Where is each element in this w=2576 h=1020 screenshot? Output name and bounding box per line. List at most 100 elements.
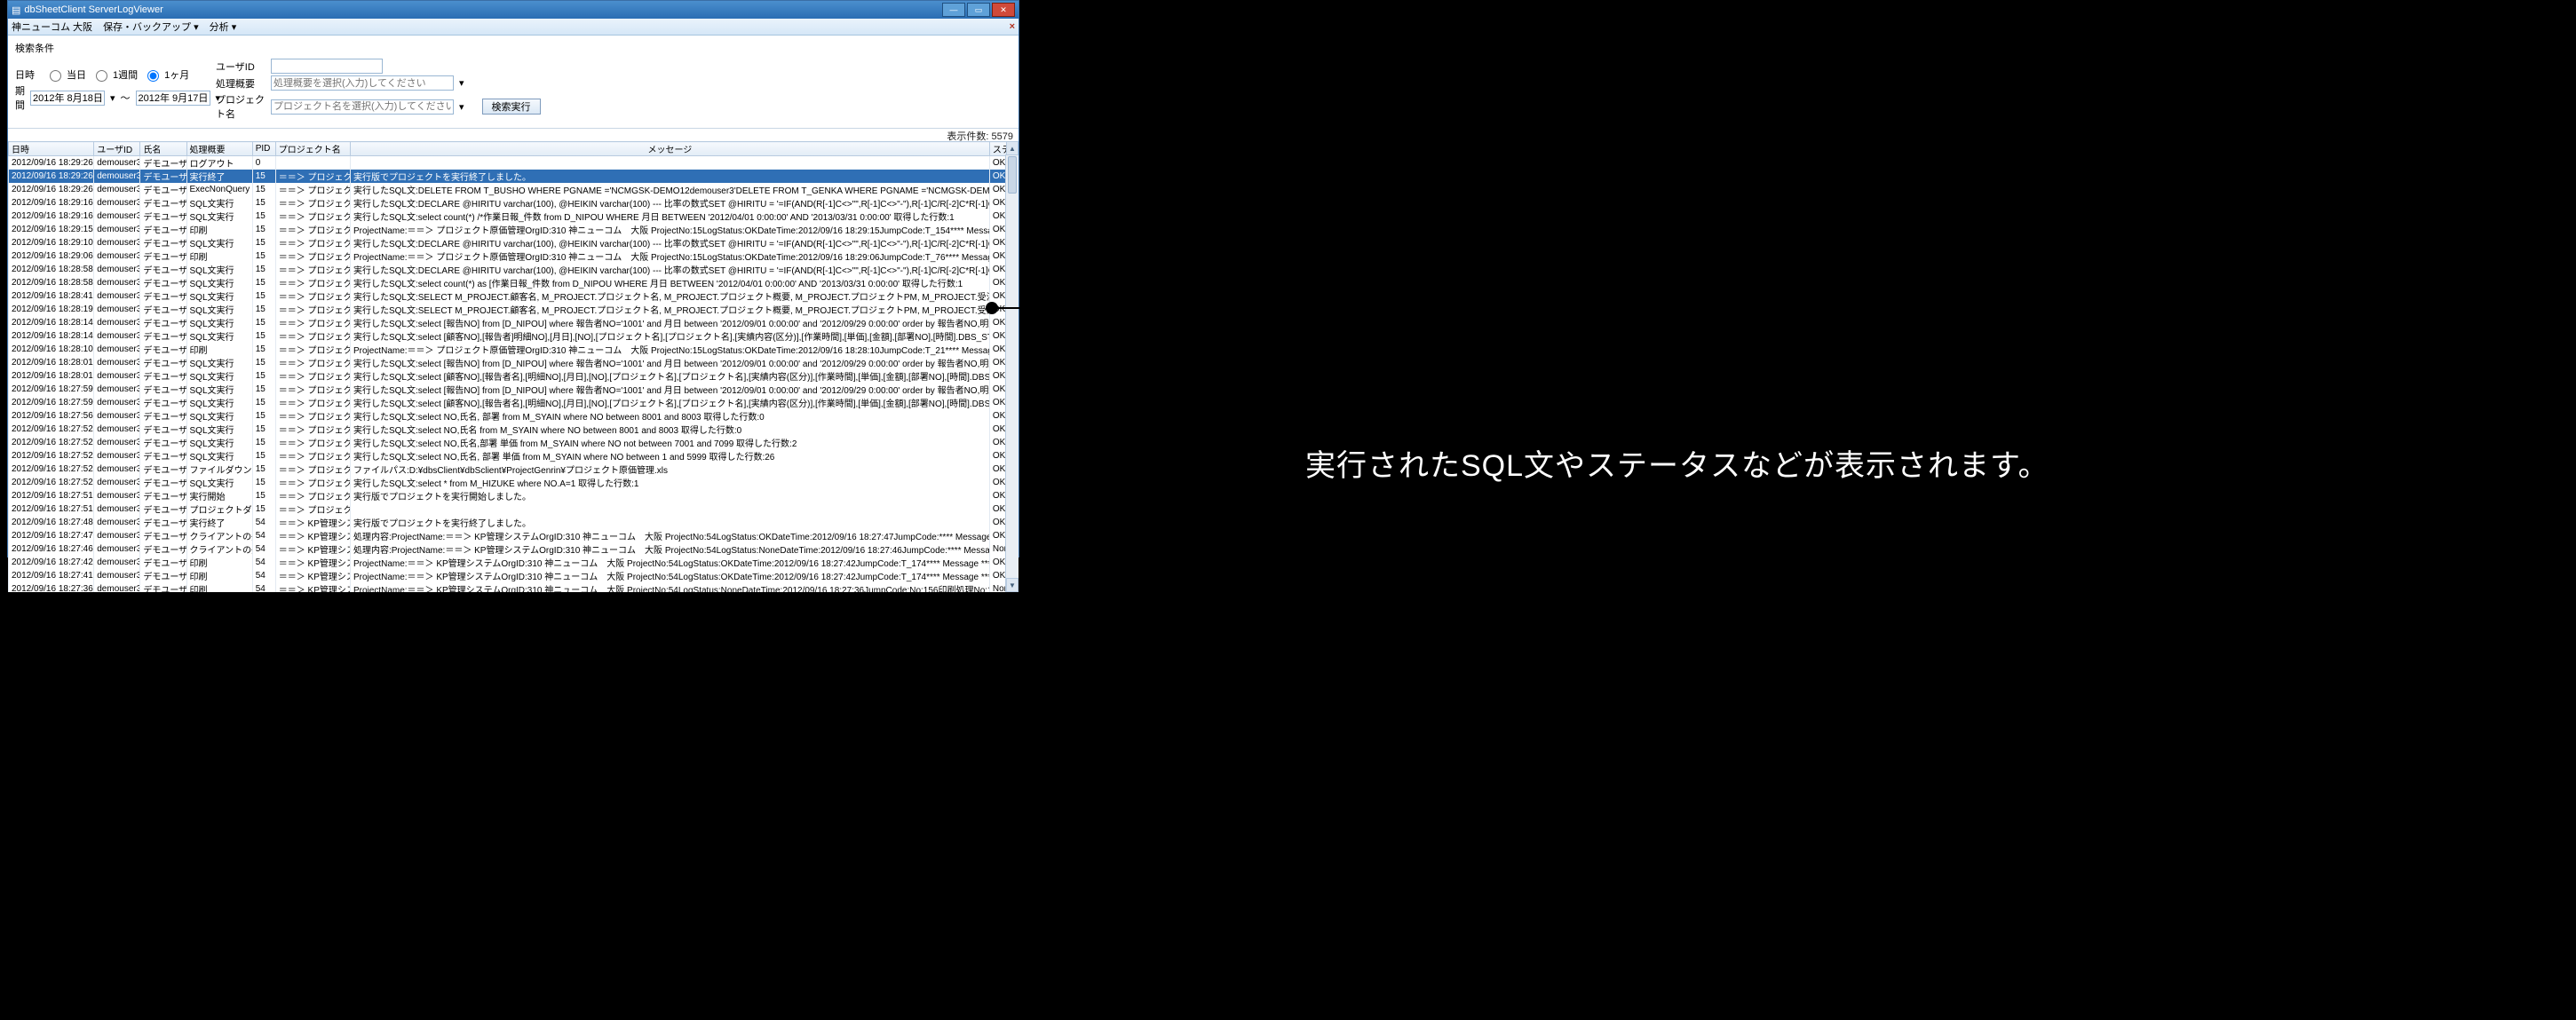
proj-select[interactable]	[271, 99, 454, 115]
cell-op: SQL文実行	[186, 436, 252, 449]
table-row[interactable]: 2012/09/16 18:27:56demouser3デモユーザ3SQL文実行…	[9, 409, 1019, 423]
op-select[interactable]	[271, 75, 454, 91]
cell-uid: demouser3	[94, 343, 140, 356]
minimize-button[interactable]: —	[942, 3, 965, 17]
cell-msg: 実行版でプロジェクトを実行終了しました。	[350, 170, 989, 183]
table-row[interactable]: 2012/09/16 18:27:52demouser3デモユーザ3SQL文実行…	[9, 423, 1019, 436]
table-row[interactable]: 2012/09/16 18:28:41demouser3デモユーザ3SQL文実行…	[9, 289, 1019, 303]
cell-pn: ＝＝＞ プロジェクト原価…	[275, 183, 350, 196]
table-row[interactable]: 2012/09/16 18:28:14demouser3デモユーザ3SQL文実行…	[9, 329, 1019, 343]
cell-msg: 実行版でプロジェクトを実行終了しました。	[350, 516, 989, 529]
cell-un: デモユーザ3	[140, 529, 186, 542]
radio-week[interactable]: 1週間	[91, 67, 138, 82]
period-label: 期間	[15, 83, 25, 112]
scroll-thumb[interactable]	[1008, 156, 1017, 194]
dropdown-icon[interactable]: ▾	[459, 101, 464, 113]
cell-msg: 実行したSQL文:select count(*) as [作業日報_件数 fro…	[350, 276, 989, 289]
cell-uid: demouser3	[94, 409, 140, 423]
table-row[interactable]: 2012/09/16 18:27:52demouser3デモユーザ3SQL文実行…	[9, 476, 1019, 489]
cell-op: SQL文実行	[186, 196, 252, 210]
cell-un: デモユーザ3	[140, 516, 186, 529]
search-button[interactable]: 検索実行	[482, 99, 541, 115]
table-row[interactable]: 2012/09/16 18:27:52demouser3デモユーザ3SQL文実行…	[9, 449, 1019, 463]
cell-uid: demouser3	[94, 423, 140, 436]
cell-un: デモユーザ3	[140, 409, 186, 423]
titlebar[interactable]: ▤ dbSheetClient ServerLogViewer — ▭ ✕	[8, 1, 1019, 19]
date-from-input[interactable]	[30, 91, 105, 106]
menu-item-org[interactable]: 神ニューコム 大阪	[12, 20, 92, 34]
table-row[interactable]: 2012/09/16 18:27:42demouser3デモユーザ3印刷54＝＝…	[9, 556, 1019, 569]
menu-item-save[interactable]: 保存・バックアップ ▾	[103, 20, 199, 34]
cell-dt: 2012/09/16 18:29:16	[9, 210, 94, 223]
table-row[interactable]: 2012/09/16 18:28:10demouser3デモユーザ3印刷15＝＝…	[9, 343, 1019, 356]
col-username[interactable]: 氏名	[140, 142, 186, 156]
cell-dt: 2012/09/16 18:27:51	[9, 502, 94, 516]
cell-op: ログアウト	[186, 156, 252, 170]
dropdown-icon[interactable]: ▾	[459, 77, 464, 89]
table-row[interactable]: 2012/09/16 18:27:52demouser3デモユーザ3ファイルダウ…	[9, 463, 1019, 476]
cell-un: デモユーザ3	[140, 156, 186, 170]
table-row[interactable]: 2012/09/16 18:27:46demouser3デモユーザ3クライアント…	[9, 542, 1019, 556]
table-row[interactable]: 2012/09/16 18:28:14demouser3デモユーザ3SQL文実行…	[9, 316, 1019, 329]
table-row[interactable]: 2012/09/16 18:27:36demouser3デモユーザ3印刷54＝＝…	[9, 582, 1019, 592]
col-datetime[interactable]: 日時	[9, 142, 94, 156]
table-row[interactable]: 2012/09/16 18:27:51demouser3デモユーザ3プロジェクト…	[9, 502, 1019, 516]
radio-month[interactable]: 1ヶ月	[143, 67, 189, 82]
cell-pn: ＝＝＞ プロジェクト原価…	[275, 396, 350, 409]
col-pid[interactable]: PID	[252, 142, 275, 156]
table-row[interactable]: 2012/09/16 18:27:51demouser3デモユーザ3実行開始15…	[9, 489, 1019, 502]
table-row[interactable]: 2012/09/16 18:29:16demouser3デモユーザ3SQL文実行…	[9, 210, 1019, 223]
proj-label: プロジェクト名	[216, 92, 266, 121]
panel-close-icon[interactable]: ×	[1010, 21, 1015, 32]
cell-dt: 2012/09/16 18:27:46	[9, 542, 94, 556]
cell-pn: ＝＝＞ プロジェクト原価…	[275, 329, 350, 343]
table-row[interactable]: 2012/09/16 18:27:48demouser3デモユーザ3実行終了54…	[9, 516, 1019, 529]
cell-op: ファイルダウンロード	[186, 463, 252, 476]
date-to-input[interactable]	[136, 91, 210, 106]
table-row[interactable]: 2012/09/16 18:29:06demouser3デモユーザ3印刷15＝＝…	[9, 249, 1019, 263]
cell-un: デモユーザ3	[140, 329, 186, 343]
col-message[interactable]: メッセージ	[350, 142, 989, 156]
table-row[interactable]: 2012/09/16 18:29:15demouser3デモユーザ3印刷15＝＝…	[9, 223, 1019, 236]
radio-today[interactable]: 当日	[45, 67, 86, 82]
close-button[interactable]: ✕	[992, 3, 1015, 17]
table-row[interactable]: 2012/09/16 18:28:58demouser3デモユーザ3SQL文実行…	[9, 276, 1019, 289]
table-row[interactable]: 2012/09/16 18:27:52demouser3デモユーザ3SQL文実行…	[9, 436, 1019, 449]
vertical-scrollbar[interactable]: ▲ ▼	[1005, 154, 1019, 592]
table-row[interactable]: 2012/09/16 18:28:01demouser3デモユーザ3SQL文実行…	[9, 356, 1019, 369]
cell-pid: 54	[252, 556, 275, 569]
table-row[interactable]: 2012/09/16 18:27:59demouser3デモユーザ3SQL文実行…	[9, 396, 1019, 409]
cell-dt: 2012/09/16 18:27:36	[9, 582, 94, 592]
col-project[interactable]: プロジェクト名	[275, 142, 350, 156]
col-userid[interactable]: ユーザID	[94, 142, 140, 156]
table-row[interactable]: 2012/09/16 18:29:26demouser3デモユーザ3実行終了15…	[9, 170, 1019, 183]
table-row[interactable]: 2012/09/16 18:27:41demouser3デモユーザ3印刷54＝＝…	[9, 569, 1019, 582]
table-row[interactable]: 2012/09/16 18:27:59demouser3デモユーザ3SQL文実行…	[9, 383, 1019, 396]
cell-dt: 2012/09/16 18:28:01	[9, 356, 94, 369]
cell-un: デモユーザ3	[140, 183, 186, 196]
table-row[interactable]: 2012/09/16 18:28:19demouser3デモユーザ3SQL文実行…	[9, 303, 1019, 316]
table-row[interactable]: 2012/09/16 18:28:58demouser3デモユーザ3SQL文実行…	[9, 263, 1019, 276]
table-row[interactable]: 2012/09/16 18:29:16demouser3デモユーザ3SQL文実行…	[9, 196, 1019, 210]
userid-input[interactable]	[271, 59, 383, 74]
cell-pn: ＝＝＞ プロジェクト原価…	[275, 369, 350, 383]
maximize-button[interactable]: ▭	[967, 3, 990, 17]
scroll-down-icon[interactable]: ▼	[1006, 578, 1019, 592]
dropdown-icon[interactable]: ▾	[110, 92, 115, 104]
table-row[interactable]: 2012/09/16 18:29:26demouser3デモユーザ3ExecNo…	[9, 183, 1019, 196]
table-row[interactable]: 2012/09/16 18:29:26demouser3デモユーザ3ログアウト0…	[9, 156, 1019, 170]
cell-pid: 15	[252, 329, 275, 343]
cell-op: 印刷	[186, 343, 252, 356]
table-row[interactable]: 2012/09/16 18:27:47demouser3デモユーザ3クライアント…	[9, 529, 1019, 542]
table-row[interactable]: 2012/09/16 18:29:10demouser3デモユーザ3SQL文実行…	[9, 236, 1019, 249]
table-row[interactable]: 2012/09/16 18:28:01demouser3デモユーザ3SQL文実行…	[9, 369, 1019, 383]
cell-dt: 2012/09/16 18:27:52	[9, 436, 94, 449]
cell-op: ExecNonQuery	[186, 183, 252, 196]
col-operation[interactable]: 処理概要	[186, 142, 252, 156]
cell-dt: 2012/09/16 18:27:47	[9, 529, 94, 542]
cell-uid: demouser3	[94, 289, 140, 303]
table-header-row[interactable]: 日時 ユーザID 氏名 処理概要 PID プロジェクト名 メッセージ ステータス	[9, 142, 1019, 156]
scroll-up-icon[interactable]: ▲	[1006, 141, 1019, 155]
menu-item-analyze[interactable]: 分析 ▾	[210, 20, 237, 34]
cell-un: デモユーザ3	[140, 569, 186, 582]
